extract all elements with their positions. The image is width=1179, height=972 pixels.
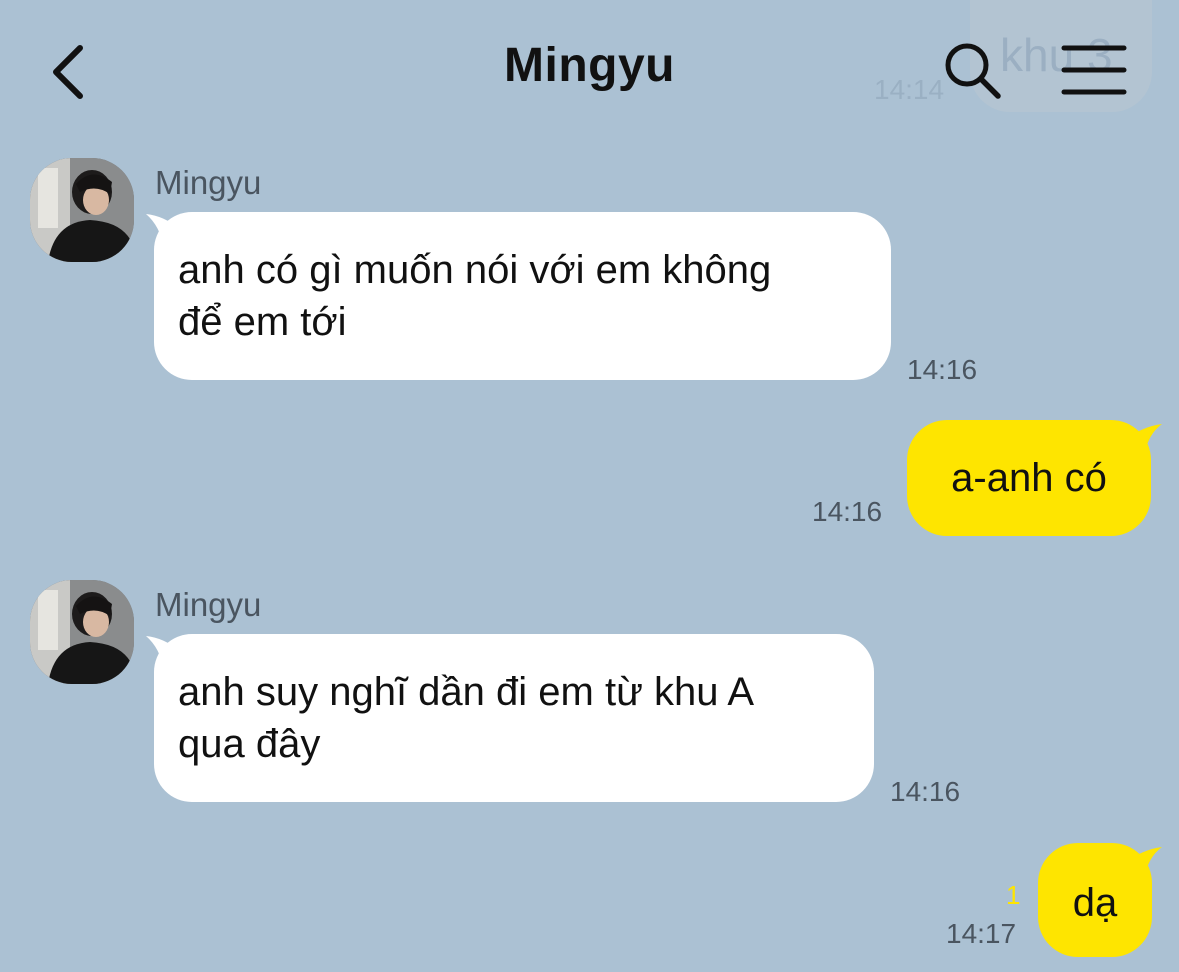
incoming-message-bubble[interactable]: anh suy nghĩ dần đi em từ khu A qua đây — [154, 634, 874, 802]
hamburger-menu-icon — [1061, 45, 1127, 95]
back-button[interactable] — [40, 36, 100, 106]
message-timestamp: 14:16 — [890, 776, 961, 807]
profile-photo-icon — [30, 158, 134, 262]
message-line: anh suy nghĩ dần đi em từ khu A — [178, 670, 755, 714]
profile-photo-icon — [30, 580, 134, 684]
sender-name: Mingyu — [155, 164, 262, 201]
unread-count: 1 — [1006, 880, 1021, 910]
menu-button[interactable] — [1058, 40, 1130, 100]
search-button[interactable] — [940, 38, 1006, 104]
message-timestamp: 14:16 — [812, 496, 883, 527]
avatar[interactable] — [30, 158, 134, 262]
outgoing-message-bubble[interactable]: a-anh có — [907, 420, 1151, 536]
bubble-tail — [1130, 847, 1162, 879]
chat-header: khu 3 14:14 Mingyu — [0, 0, 1179, 140]
chevron-left-icon — [53, 45, 83, 99]
search-icon — [945, 43, 1001, 99]
message-timestamp: 14:17 — [946, 918, 1017, 949]
message-text: dạ — [1072, 881, 1118, 925]
notification-preview-time: 14:14 — [874, 74, 945, 105]
message-text: a-anh có — [951, 456, 1107, 500]
message-line: để em tới — [178, 300, 347, 344]
incoming-message-bubble[interactable]: anh có gì muốn nói với em không để em tớ… — [154, 212, 891, 380]
message-line: anh có gì muốn nói với em không — [178, 248, 772, 292]
message-line: qua đây — [178, 722, 321, 766]
message-timestamp: 14:16 — [907, 354, 978, 385]
sender-name: Mingyu — [155, 586, 262, 623]
bubble-tail — [1130, 424, 1162, 456]
avatar[interactable] — [30, 580, 134, 684]
